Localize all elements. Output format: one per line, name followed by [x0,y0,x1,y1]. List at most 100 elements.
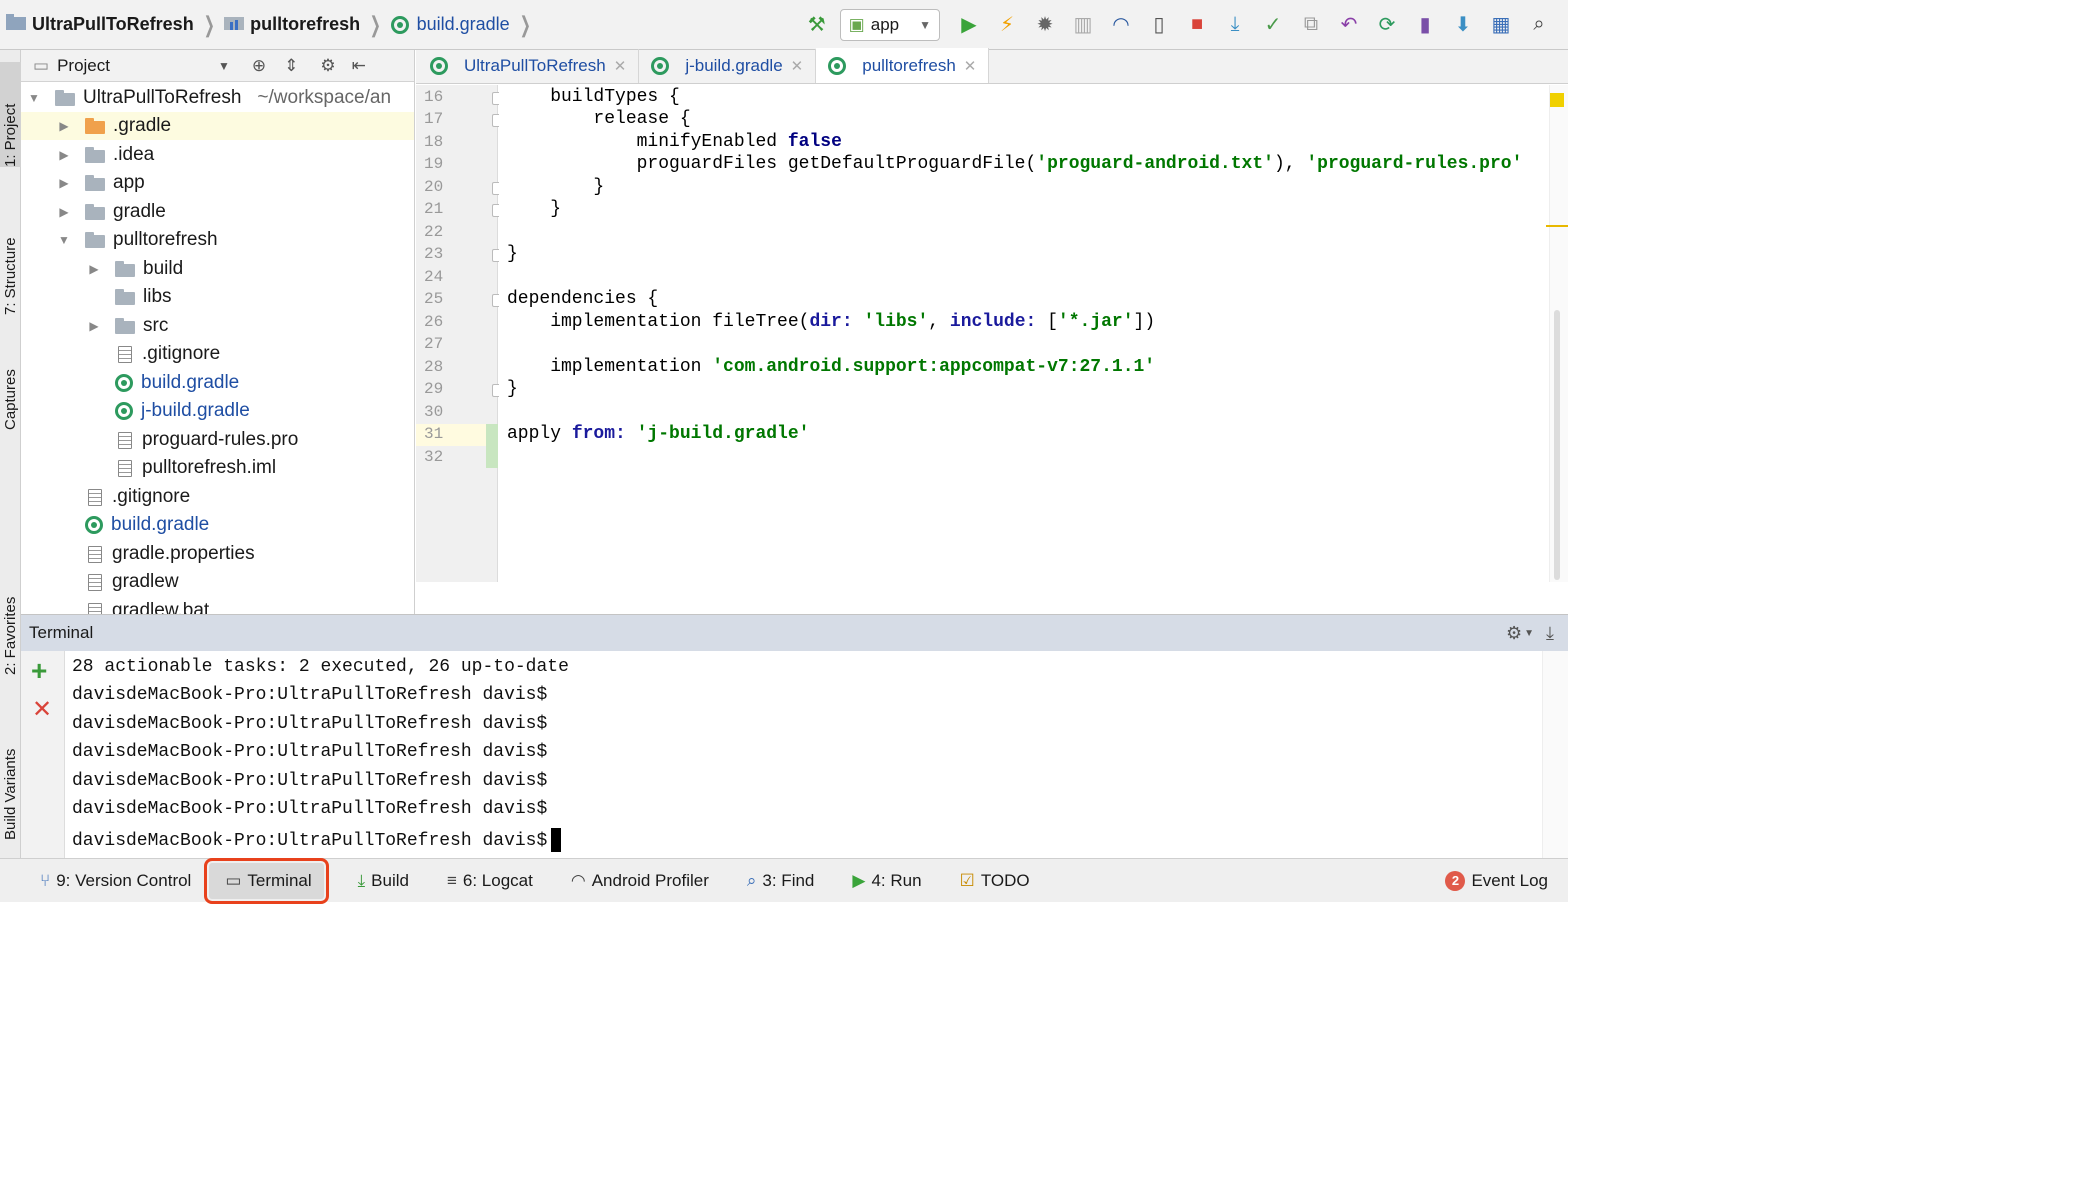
terminal-scrollbar[interactable] [1542,651,1568,859]
chevron-down-icon[interactable]: ▼ [1524,628,1534,639]
warning-marker[interactable] [1546,225,1568,227]
line-number: 16 [424,88,444,106]
gear-icon[interactable]: ⚙ [1506,623,1522,644]
tree-item[interactable]: ▶ gradle [21,198,414,226]
scrollbar-thumb[interactable] [1554,310,1560,580]
run-configuration-select[interactable]: ▣ app ▼ [839,8,940,41]
tree-item[interactable]: libs [21,283,414,311]
close-session-icon[interactable]: ✕ [32,695,52,724]
terminal-prompt[interactable]: davisdeMacBook-Pro:UltraPullToRefresh da… [72,828,562,852]
terminal-icon: ▭ [225,870,242,890]
tab-structure[interactable]: 7: Structure [0,190,21,315]
tree-root[interactable]: ▼ UltraPullToRefresh ~/workspace/an [21,84,414,112]
profiler-gauge-icon[interactable]: ◠ [1102,5,1140,45]
tab-captures[interactable]: Captures [0,335,21,430]
collapse-all-icon[interactable]: ⇕ [284,56,298,76]
code-line: dependencies { [507,289,659,309]
tab-find[interactable]: ⌕ 3: Find [743,863,819,899]
text-file-icon [88,488,102,506]
terminal-toolbar: + ✕ [21,651,65,859]
editor-tab-active[interactable]: pulltorefresh ✕ [816,48,990,83]
debug-icon[interactable]: ✹ [1026,5,1064,45]
search-icon[interactable]: ⌕ [1520,5,1558,45]
collapsed-arrow-icon[interactable]: ▶ [57,176,71,190]
tab-run[interactable]: ▶ 4: Run [848,863,925,899]
gradle-icon [115,374,133,392]
tab-build[interactable]: ⤓ Build [354,863,413,899]
chevron-down-icon[interactable]: ▼ [218,59,230,73]
terminal-panel: Terminal ⚙ ▼ ⤓ + ✕ 28 actionable tasks: … [21,614,1568,859]
hide-panel-icon[interactable]: ⤓ [1546,623,1554,644]
breadcrumb-project[interactable]: UltraPullToRefresh [32,14,194,35]
folder-icon [55,90,75,106]
tree-item[interactable]: ▶ .gradle [21,112,414,140]
tab-project[interactable]: 1: Project [0,62,21,167]
expanded-arrow-icon[interactable]: ▼ [27,91,41,105]
collapsed-arrow-icon[interactable]: ▶ [57,119,71,133]
collapsed-arrow-icon[interactable]: ▶ [57,148,71,162]
inspection-status-icon[interactable] [1550,93,1564,107]
tree-item[interactable]: .gitignore [21,340,414,368]
chevron-right-icon: ❯ [519,11,531,37]
vcs-compare-icon[interactable]: ⧉ [1292,5,1330,45]
sdk-manager-icon[interactable]: ⬇ [1444,5,1482,45]
tree-item[interactable]: build.gradle [21,511,414,539]
avd-manager-icon[interactable]: ▮ [1406,5,1444,45]
vcs-revert-icon[interactable]: ↶ [1330,5,1368,45]
project-panel-title[interactable]: Project [57,56,110,76]
project-structure-icon[interactable]: ▦ [1482,5,1520,45]
tab-logcat[interactable]: ≡ 6: Logcat [443,863,537,899]
attach-debugger-icon[interactable]: ▯ [1140,5,1178,45]
tree-item[interactable]: ▶ .idea [21,141,414,169]
locate-icon[interactable]: ⊕ [252,56,266,76]
tab-favorites[interactable]: 2: Favorites [0,555,21,675]
tab-event-log[interactable]: 2 Event Log [1441,863,1552,899]
editor-error-stripe[interactable] [1546,85,1568,582]
breadcrumb-module[interactable]: pulltorefresh [250,14,360,35]
tree-item[interactable]: ▼ pulltorefresh [21,226,414,254]
tab-terminal[interactable]: ▭ Terminal [204,857,329,904]
apply-changes-icon[interactable]: ⚡ [988,5,1026,45]
tab-build-variants[interactable]: Build Variants [0,705,21,840]
code-line: } [507,199,562,219]
close-icon[interactable]: ✕ [791,57,804,75]
close-icon[interactable]: ✕ [614,57,627,75]
tree-item[interactable]: build.gradle [21,369,414,397]
profile-icon[interactable]: ▥ [1064,5,1102,45]
breadcrumb-file[interactable]: build.gradle [417,14,510,35]
run-icon[interactable]: ▶ [950,5,988,45]
tree-item[interactable]: pulltorefresh.iml [21,454,414,482]
editor-tab[interactable]: UltraPullToRefresh ✕ [416,49,640,83]
stop-icon[interactable]: ■ [1178,5,1216,45]
tab-todo[interactable]: ☑ TODO [956,863,1034,899]
build-hammer-icon[interactable]: ⚒ [798,5,836,45]
close-icon[interactable]: ✕ [964,57,977,75]
vcs-commit-icon[interactable]: ✓ [1254,5,1292,45]
tree-item[interactable]: gradle.properties [21,540,414,568]
collapsed-arrow-icon[interactable]: ▶ [87,319,101,333]
tab-version-control[interactable]: ⑂ 9: Version Control [36,863,195,899]
expanded-arrow-icon[interactable]: ▼ [57,233,71,247]
tree-item[interactable]: j-build.gradle [21,397,414,425]
tree-item[interactable]: ▶ src [21,312,414,340]
tree-item[interactable]: ▶ build [21,255,414,283]
tab-android-profiler[interactable]: ◠ Android Profiler [567,863,713,899]
tree-item[interactable]: .gitignore [21,483,414,511]
vcs-update-icon[interactable]: ⤓ [1216,5,1254,45]
hide-panel-icon[interactable]: ⇤ [352,56,366,76]
code-line: implementation 'com.android.support:appc… [507,357,1156,377]
tree-item[interactable]: gradlew [21,568,414,596]
sync-gradle-icon[interactable]: ⟳ [1368,5,1406,45]
change-marker[interactable] [486,424,498,468]
code-editor[interactable]: buildTypes { release { minifyEnabled fal… [499,85,1549,582]
editor-tab[interactable]: j-build.gradle ✕ [639,49,817,83]
tree-item[interactable]: proguard-rules.pro [21,426,414,454]
tree-item[interactable]: ▶ app [21,169,414,197]
collapsed-arrow-icon[interactable]: ▶ [87,262,101,276]
gear-icon[interactable]: ⚙ [320,56,335,76]
chevron-right-icon: ❯ [369,11,381,37]
text-file-icon [118,431,132,449]
new-session-icon[interactable]: + [31,655,47,687]
tree-item[interactable]: gradlew.bat [21,597,414,614]
collapsed-arrow-icon[interactable]: ▶ [57,205,71,219]
